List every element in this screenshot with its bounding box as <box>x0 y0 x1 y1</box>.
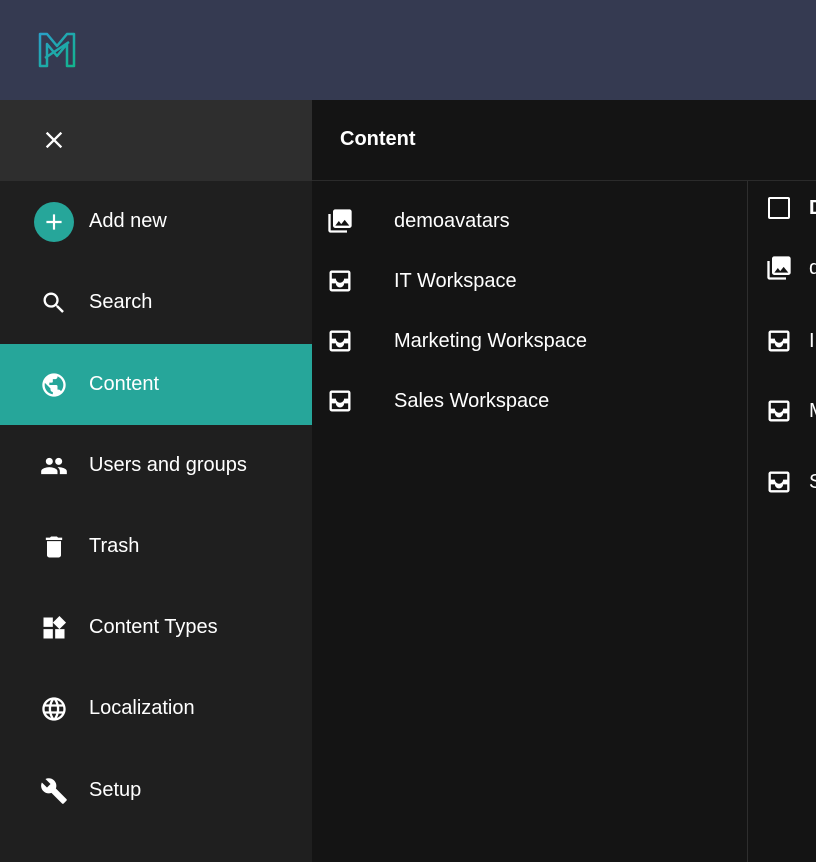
tree-item-label: demoavatars <box>394 209 510 232</box>
workspace-icon <box>326 387 354 415</box>
list-header-row: D <box>749 188 816 228</box>
people-icon <box>40 452 68 480</box>
add-circle-icon <box>34 201 74 242</box>
sidebar-item-add-new[interactable]: Add new <box>0 181 312 262</box>
list-item[interactable]: M <box>749 391 816 431</box>
tree-item-marketing-workspace[interactable]: Marketing Workspace <box>312 311 748 371</box>
language-icon <box>40 695 68 723</box>
column-header: D <box>809 197 816 220</box>
sidebar-item-label: Users and groups <box>89 454 247 476</box>
sidebar-item-localization[interactable]: Localization <box>0 668 312 749</box>
sidebar-item-label: Localization <box>89 697 195 719</box>
content-list: D d I M S <box>749 181 816 862</box>
page-title: Content <box>340 128 416 150</box>
workspace-icon <box>765 327 793 355</box>
close-icon[interactable] <box>40 126 68 154</box>
sidebar-item-content[interactable]: Content <box>0 344 312 425</box>
sidebar-item-label: Content <box>89 373 160 395</box>
wrench-icon <box>40 777 68 805</box>
workspace-icon <box>326 267 354 295</box>
tree-item-demoavatars[interactable]: demoavatars <box>312 191 748 251</box>
sidebar-item-label: Add new <box>89 210 167 232</box>
tree-item-label: IT Workspace <box>394 269 517 292</box>
select-all-checkbox[interactable] <box>768 197 790 219</box>
workspace-icon <box>765 468 793 496</box>
content-tree: demoavatars IT Workspace Marketing Works… <box>312 181 748 862</box>
sensenet-logo-icon[interactable] <box>37 28 77 72</box>
search-icon <box>40 289 68 317</box>
trash-icon <box>40 533 68 561</box>
list-item[interactable]: I <box>749 321 816 361</box>
image-library-icon <box>765 254 793 282</box>
sidebar-item-setup[interactable]: Setup <box>0 750 312 831</box>
list-item[interactable]: S <box>749 462 816 502</box>
globe-icon <box>40 371 68 399</box>
content-header: Content <box>312 100 816 181</box>
sidebar-header <box>0 100 312 181</box>
workspace-icon <box>326 327 354 355</box>
list-item-label: I <box>809 329 815 352</box>
tree-item-label: Sales Workspace <box>394 389 550 412</box>
list-item-label: S <box>809 470 816 493</box>
sidebar-item-label: Setup <box>89 779 142 801</box>
image-library-icon <box>326 207 354 235</box>
list-item-label: d <box>809 256 816 279</box>
sidebar-item-label: Content Types <box>89 616 218 638</box>
tree-item-sales-workspace[interactable]: Sales Workspace <box>312 371 748 431</box>
sidebar-item-label: Search <box>89 291 153 313</box>
sidebar-item-content-types[interactable]: Content Types <box>0 587 312 668</box>
list-item-label: M <box>809 400 816 423</box>
top-bar <box>0 0 816 100</box>
sidebar-item-users-and-groups[interactable]: Users and groups <box>0 425 312 506</box>
sidebar-item-trash[interactable]: Trash <box>0 506 312 587</box>
tree-item-it-workspace[interactable]: IT Workspace <box>312 251 748 311</box>
workspace-icon <box>765 397 793 425</box>
tree-item-label: Marketing Workspace <box>394 329 588 352</box>
sidebar: Add new Search Content Users and groups … <box>0 100 312 862</box>
widgets-icon <box>40 614 68 642</box>
sidebar-item-search[interactable]: Search <box>0 262 312 343</box>
list-item[interactable]: d <box>749 248 816 288</box>
sidebar-item-label: Trash <box>89 535 140 557</box>
